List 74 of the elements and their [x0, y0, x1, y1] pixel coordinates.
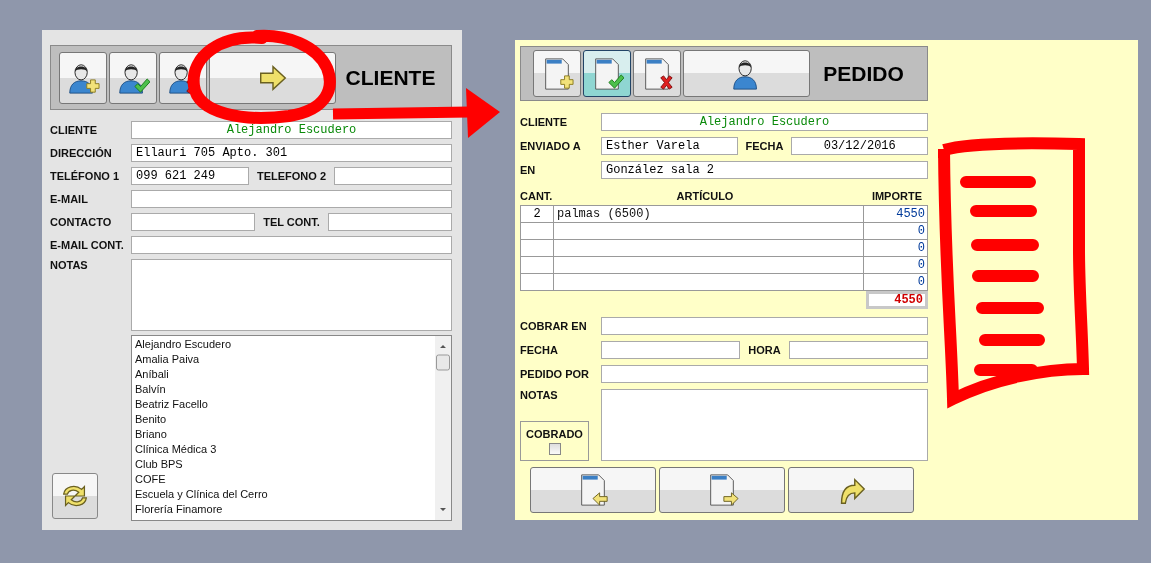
list-item[interactable]: COFE	[135, 472, 432, 487]
list-item[interactable]: Benito	[135, 412, 432, 427]
next-button[interactable]	[659, 467, 785, 513]
list-item[interactable]: Briano	[135, 427, 432, 442]
input-field[interactable]	[788, 341, 928, 359]
input-field[interactable]: Esther Varela	[601, 137, 738, 155]
checkbox-label: COBRADO	[526, 427, 583, 440]
input-field[interactable]: González sala 2	[601, 161, 928, 179]
input-field[interactable]	[601, 365, 928, 383]
column-header: IMPORTE	[870, 190, 923, 202]
table-cell-text: 2	[532, 206, 542, 222]
scrollbar[interactable]	[435, 336, 451, 520]
field-label: E-MAIL	[50, 193, 89, 205]
input-field[interactable]: Alejandro Escudero	[601, 113, 928, 131]
field-label: ENVIADO A	[520, 140, 582, 152]
table-cell: 0	[863, 257, 927, 273]
list-item[interactable]: Beatriz Facello	[135, 397, 432, 412]
toolbar-button[interactable]	[59, 51, 107, 104]
field-label: TELÉFONO 1	[50, 170, 121, 182]
list-item[interactable]: Balvín	[135, 382, 432, 397]
field-label: CLIENTE	[50, 124, 99, 136]
field-label: FECHA	[744, 140, 785, 152]
list-item[interactable]: Aníbali	[135, 367, 432, 382]
input-field[interactable]	[334, 167, 452, 185]
list-item[interactable]: Clínica Médica 3	[135, 442, 432, 457]
input-field[interactable]	[601, 317, 928, 335]
field-label: E-MAIL CONT.	[50, 239, 125, 251]
field-label: COBRAR EN	[520, 320, 588, 332]
field-label: CONTACTO	[50, 216, 113, 228]
table-cell: 0	[863, 223, 927, 239]
table-cell: 4550	[863, 206, 927, 222]
column-header: ARTÍCULO	[675, 190, 735, 202]
field-label: FECHA	[520, 344, 559, 356]
list-item[interactable]: Alejandro Escudero	[135, 337, 432, 352]
field-label: DIRECCIÓN	[50, 147, 113, 159]
notes-field[interactable]	[131, 259, 452, 331]
list-item[interactable]: Florería Finamore	[135, 502, 432, 517]
previous-button[interactable]	[530, 467, 656, 513]
input-field[interactable]: 03/12/2016	[791, 137, 928, 155]
field-label: TEL CONT.	[262, 216, 321, 228]
field-label: PEDIDO POR	[520, 368, 591, 380]
input-field[interactable]: Ellauri 705 Apto. 301	[131, 144, 452, 162]
table-cell: 0	[863, 240, 927, 256]
table-cell: palmas (6500)	[553, 206, 863, 222]
field-label: CLIENTE	[520, 116, 569, 128]
list-item[interactable]: Escuela y Clínica del Cerro	[135, 487, 432, 502]
toolbar-button[interactable]	[533, 50, 581, 97]
input-field[interactable]	[131, 190, 452, 208]
field-label: TELEFONO 2	[255, 170, 328, 182]
input-field[interactable]: Alejandro Escudero	[131, 121, 452, 139]
toolbar-button[interactable]	[683, 50, 810, 97]
list-item[interactable]: Amalia Paiva	[135, 352, 432, 367]
total-field: 4550	[866, 291, 928, 309]
checkbox[interactable]	[548, 442, 561, 455]
table-cell: 0	[863, 274, 927, 290]
refresh-button[interactable]	[52, 473, 98, 519]
notes-field[interactable]	[601, 389, 928, 461]
field-label: EN	[520, 164, 537, 176]
field-label: NOTAS	[50, 259, 89, 271]
input-field[interactable]: 099 621 249	[131, 167, 249, 185]
input-field[interactable]	[327, 213, 452, 231]
list-item[interactable]: Club BPS	[135, 457, 432, 472]
toolbar-button[interactable]	[583, 50, 631, 97]
toolbar-button[interactable]	[109, 51, 157, 104]
form-title: CLIENTE	[344, 65, 437, 90]
input-field[interactable]	[601, 341, 741, 359]
input-field[interactable]	[131, 236, 452, 254]
input-field[interactable]	[131, 213, 256, 231]
forward-button[interactable]	[788, 467, 914, 513]
field-label: HORA	[747, 344, 782, 356]
column-header: CANT.	[520, 190, 552, 202]
form-title: PEDIDO	[822, 61, 905, 86]
field-label: NOTAS	[520, 389, 559, 401]
toolbar-button[interactable]	[633, 50, 681, 97]
